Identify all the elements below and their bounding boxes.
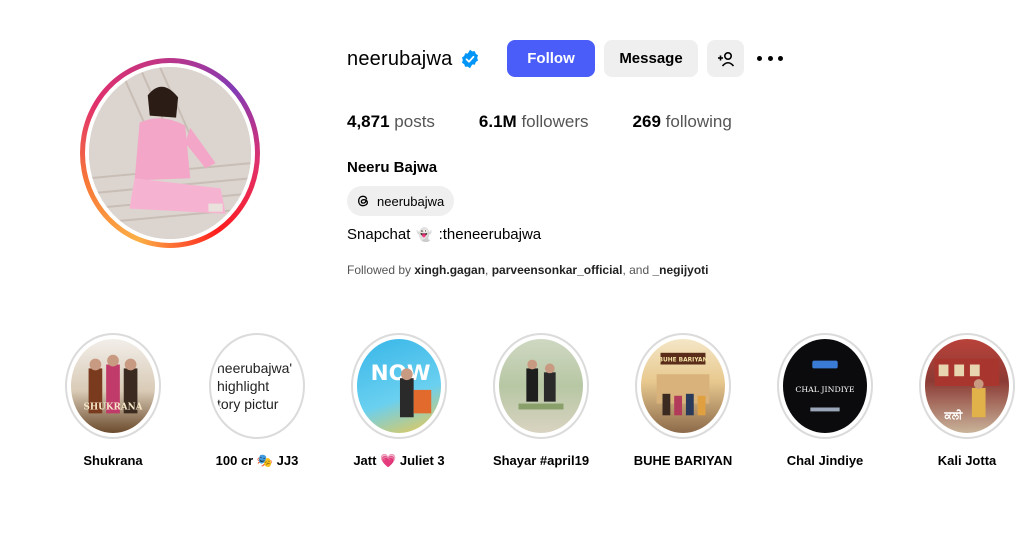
- highlight-label: Chal Jindiye: [786, 453, 864, 468]
- followed-by-sep: ,: [485, 263, 492, 277]
- highlight-cover: BUHE BARIYAN: [641, 339, 725, 433]
- suggested-users-button[interactable]: [707, 40, 744, 77]
- followed-by-sep: , and: [622, 263, 653, 277]
- profile-full-name: Neeru Bajwa: [347, 159, 438, 176]
- follower-link[interactable]: _negijyoti: [652, 263, 708, 277]
- highlight-cover: NOW: [357, 339, 441, 433]
- story-highlights: SHUKRANA Shukrana neerubajwa' highlight …: [63, 333, 1024, 473]
- profile-bio: Snapchat 👻 :theneerubajwa: [347, 226, 541, 243]
- highlight-cover-art: SHUKRANA: [84, 354, 143, 414]
- follower-link[interactable]: xingh.gagan: [414, 263, 485, 277]
- highlight-ring: NOW: [351, 333, 447, 439]
- highlight-cover-title: BUHE BARIYAN: [659, 358, 708, 364]
- highlight-cover: neerubajwa' highlight tory pictur: [215, 339, 299, 433]
- highlight-cover-text: neerubajwa' highlight tory pictur: [215, 339, 299, 433]
- following-label: following: [665, 112, 732, 131]
- profile-stats: 4,871 posts 6.1M followers 269 following: [347, 112, 776, 132]
- follower-link[interactable]: parveensonkar_official: [492, 263, 623, 277]
- followed-by-prefix: Followed by: [347, 263, 415, 277]
- highlight-cover: ਕਲੀ: [925, 339, 1009, 433]
- highlight-item[interactable]: Shayar #april19: [491, 333, 591, 468]
- dot: [757, 55, 762, 61]
- highlight-label: Kali Jotta: [937, 453, 997, 468]
- followers-stat[interactable]: 6.1M followers: [479, 112, 589, 132]
- add-user-icon: [717, 51, 734, 67]
- highlight-item[interactable]: CHAL JINDIYE Chal Jindiye: [775, 333, 875, 468]
- highlight-cover: CHAL JINDIYE: [783, 339, 867, 433]
- highlight-ring: ਕਲੀ: [919, 333, 1015, 439]
- dot: [778, 55, 783, 61]
- more-options-icon[interactable]: [757, 48, 783, 68]
- highlight-cover-art: ਕਲੀ: [934, 358, 1000, 422]
- highlight-label: BUHE BARIYAN: [633, 453, 733, 468]
- highlight-cover-title: ਕਲੀ: [944, 408, 964, 422]
- profile-avatar-ring[interactable]: [80, 58, 260, 248]
- bio-handle: :theneerubajwa: [438, 226, 542, 243]
- threads-handle: neerubajwa: [377, 193, 445, 209]
- bio-prefix: Snapchat: [347, 226, 411, 243]
- highlight-item[interactable]: ਕਲੀ Kali Jotta: [917, 333, 1017, 468]
- following-count: 269: [632, 112, 661, 131]
- highlight-item[interactable]: BUHE BARIYAN BUHE BARIYAN: [633, 333, 733, 468]
- highlight-cover-art: CHAL JINDIYE: [795, 360, 855, 412]
- message-button[interactable]: Message: [604, 40, 698, 77]
- threads-link[interactable]: neerubajwa: [347, 186, 455, 216]
- highlight-ring: neerubajwa' highlight tory pictur: [209, 333, 305, 439]
- cover-line: neerubajwa': [217, 360, 293, 376]
- highlight-cover-art: NOW: [371, 361, 432, 418]
- snapchat-ghost-icon: 👻: [416, 226, 433, 242]
- threads-icon: [357, 195, 369, 207]
- highlight-cover: [499, 339, 583, 433]
- highlight-ring: CHAL JINDIYE: [777, 333, 873, 439]
- highlight-cover-art: BUHE BARIYAN: [656, 352, 710, 416]
- avatar-photo-illustration: [89, 67, 251, 239]
- posts-count: 4,871: [347, 112, 390, 131]
- highlight-ring: SHUKRANA: [65, 333, 161, 439]
- dot: [767, 55, 773, 61]
- posts-stat: 4,871 posts: [347, 112, 435, 132]
- highlight-cover-title: SHUKRANA: [84, 402, 143, 412]
- highlight-label: 100 cr 🎭 JJ3: [215, 453, 299, 468]
- follow-button[interactable]: Follow: [507, 40, 595, 77]
- posts-label: posts: [394, 112, 435, 131]
- followed-by[interactable]: Followed by xingh.gagan, parveensonkar_o…: [347, 263, 709, 277]
- cover-line: highlight: [217, 378, 270, 394]
- cover-line: tory pictur: [217, 396, 279, 412]
- following-stat[interactable]: 269 following: [633, 112, 732, 132]
- highlight-ring: BUHE BARIYAN: [635, 333, 731, 439]
- verified-badge-icon: [462, 49, 479, 69]
- followers-label: followers: [521, 112, 589, 131]
- profile-header: neerubajwa: [347, 40, 480, 78]
- followers-count: 6.1M: [478, 112, 517, 131]
- highlight-ring: [493, 333, 589, 439]
- highlight-label: Shukrana: [83, 453, 143, 468]
- highlight-item[interactable]: neerubajwa' highlight tory pictur 100 cr…: [207, 333, 307, 469]
- highlight-cover: SHUKRANA: [71, 339, 155, 433]
- highlight-item[interactable]: SHUKRANA Shukrana: [63, 333, 163, 468]
- avatar-inner: [85, 63, 255, 243]
- highlight-label: Jatt 💗 Juliet 3: [353, 453, 445, 468]
- highlight-item[interactable]: NOW Jatt 💗 Juliet 3: [349, 333, 449, 469]
- highlight-cover-art: [518, 359, 564, 410]
- avatar[interactable]: [89, 67, 251, 239]
- highlight-label: Shayar #april19: [492, 453, 590, 468]
- profile-username[interactable]: neerubajwa: [347, 48, 452, 71]
- highlight-cover-title: CHAL JINDIYE: [795, 385, 855, 394]
